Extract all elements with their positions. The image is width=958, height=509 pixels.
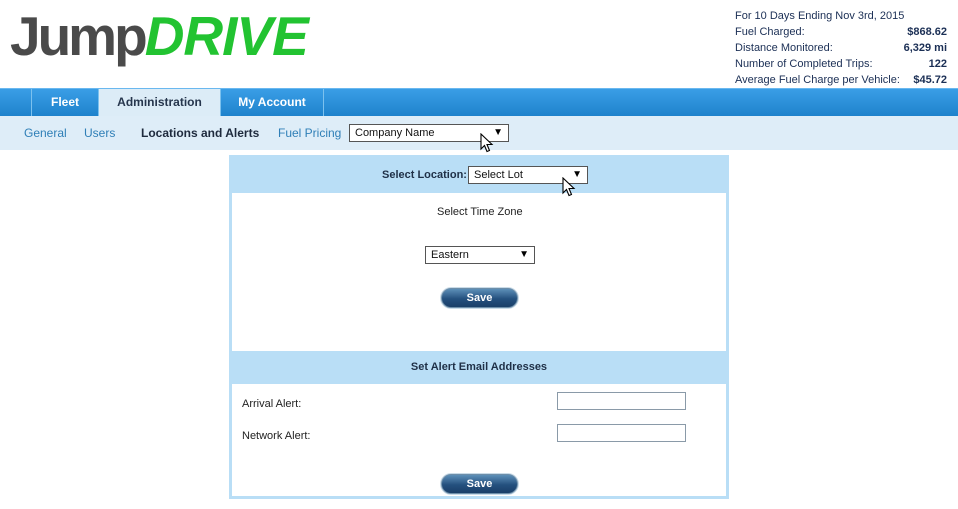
stat-value: $45.72	[913, 74, 947, 86]
location-select-value: Select Lot	[474, 169, 523, 181]
header: JumpDRIVE For 10 Days Ending Nov 3rd, 20…	[0, 0, 958, 88]
logo-jump-text: Jump	[10, 5, 148, 67]
dropdown-arrow-icon: ▼	[493, 127, 503, 138]
save-alerts-button[interactable]: Save	[441, 474, 518, 494]
stat-label: Distance Monitored:	[735, 42, 833, 54]
tab-fleet[interactable]: Fleet	[31, 89, 99, 117]
jumpdrive-logo[interactable]: JumpDRIVE	[10, 4, 309, 68]
timezone-select[interactable]: Eastern ▼	[425, 246, 535, 264]
logo-drive-text: DRIVE	[144, 5, 309, 67]
save-timezone-button[interactable]: Save	[441, 288, 518, 308]
arrival-alert-email-field[interactable]	[557, 392, 686, 410]
mouse-pointer-icon	[562, 177, 576, 197]
mouse-pointer-icon	[480, 133, 494, 153]
arrival-alert-label: Arrival Alert:	[242, 398, 302, 410]
timezone-label: Select Time Zone	[437, 206, 523, 218]
network-alert-label: Network Alert:	[242, 430, 311, 442]
stat-value: 122	[928, 58, 947, 70]
sub-nav-bar: General Users Locations and Alerts Fuel …	[0, 116, 958, 150]
alert-emails-header: Set Alert Email Addresses	[232, 351, 726, 384]
stat-value: $868.62	[907, 26, 947, 38]
stat-row-trips: Number of Completed Trips: 122	[735, 56, 947, 72]
stat-row-distance: Distance Monitored: 6,329 mi	[735, 40, 947, 56]
company-select-value: Company Name	[355, 127, 435, 139]
stat-label: Fuel Charged:	[735, 26, 805, 38]
locations-alerts-panel: Select Location: Select Lot ▼ Select Tim…	[229, 155, 729, 499]
timezone-select-value: Eastern	[431, 249, 469, 261]
select-location-band: Select Location: Select Lot ▼	[232, 158, 726, 193]
dropdown-arrow-icon: ▼	[519, 249, 529, 260]
subnav-locations-and-alerts[interactable]: Locations and Alerts	[141, 126, 259, 140]
fleet-stats-summary: For 10 Days Ending Nov 3rd, 2015 Fuel Ch…	[735, 8, 947, 88]
main-nav-bar: Fleet Administration My Account	[0, 88, 958, 118]
subnav-general[interactable]: General	[24, 126, 67, 140]
stat-row-avg-fuel: Average Fuel Charge per Vehicle: $45.72	[735, 72, 947, 88]
tab-administration[interactable]: Administration	[99, 89, 220, 118]
subnav-users[interactable]: Users	[84, 126, 115, 140]
stat-label: Number of Completed Trips:	[735, 58, 873, 70]
stat-value: 6,329 mi	[903, 42, 947, 54]
stat-row-fuel-charged: Fuel Charged: $868.62	[735, 24, 947, 40]
subnav-fuel-pricing[interactable]: Fuel Pricing	[278, 126, 341, 140]
tab-my-account[interactable]: My Account	[220, 89, 324, 117]
network-alert-email-field[interactable]	[557, 424, 686, 442]
stats-period: For 10 Days Ending Nov 3rd, 2015	[735, 10, 905, 22]
stat-label: Average Fuel Charge per Vehicle:	[735, 74, 900, 86]
select-location-label: Select Location:	[382, 169, 467, 181]
